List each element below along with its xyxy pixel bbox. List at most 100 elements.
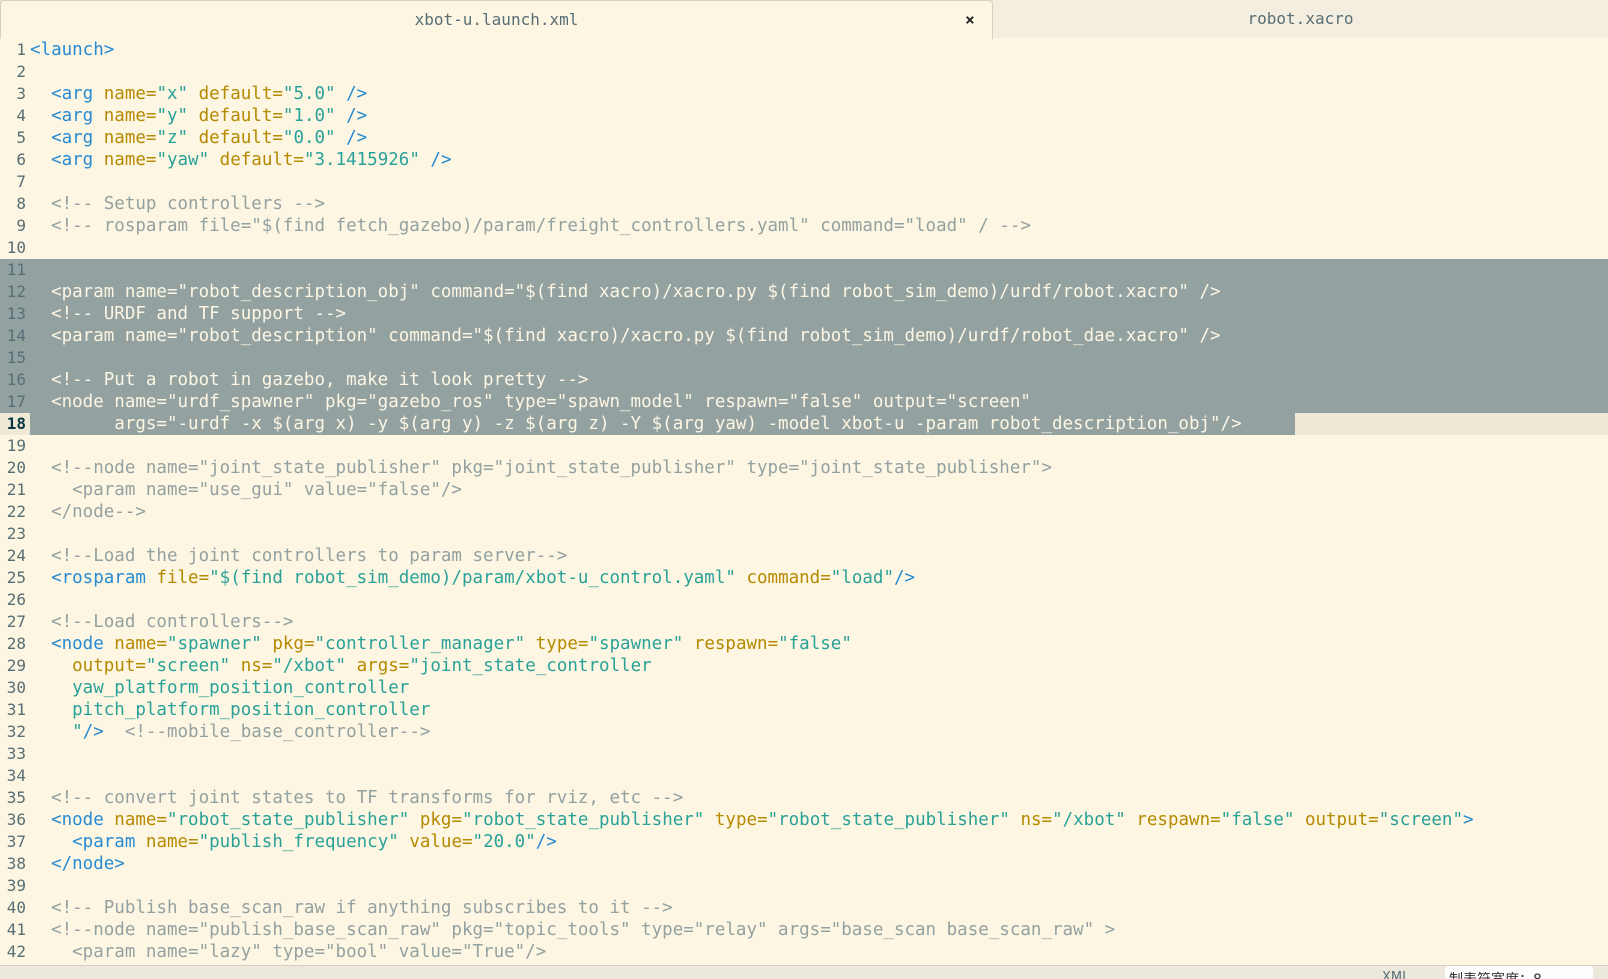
line-number: 25 (6, 568, 26, 587)
code-token: <!--Load the joint controllers to param … (30, 546, 568, 566)
line-code: <param name="use_gui" value="false"/> (30, 479, 462, 501)
code-line[interactable]: 36 <node name="robot_state_publisher" pk… (0, 809, 1608, 831)
line-number: 33 (6, 744, 26, 763)
line-code: <!--Load controllers--> (30, 611, 293, 633)
code-line[interactable]: 26 (0, 589, 1608, 611)
line-code: <rosparam file="$(find robot_sim_demo)/p… (30, 567, 915, 589)
code-token: default= (219, 150, 304, 170)
code-line[interactable]: 17 <node name="urdf_spawner" pkg="gazebo… (0, 391, 1608, 413)
code-line[interactable]: 25 <rosparam file="$(find robot_sim_demo… (0, 567, 1608, 589)
code-line[interactable]: 5 <arg name="z" default="0.0" /> (0, 127, 1608, 149)
code-line[interactable]: 23 (0, 523, 1608, 545)
code-token: <param name="robot_description_obj" comm… (30, 282, 1221, 302)
code-line[interactable]: 19 (0, 435, 1608, 457)
line-code: <param name="robot_description" command=… (30, 325, 1221, 347)
code-line[interactable]: 11 (0, 259, 1608, 281)
line-number: 27 (6, 612, 26, 631)
code-line[interactable]: 41 <!--node name="publish_base_scan_raw"… (0, 919, 1608, 941)
code-token: "publish_frequency" (198, 832, 410, 852)
code-line[interactable]: 31 pitch_platform_position_controller (0, 699, 1608, 721)
code-line[interactable]: 12 <param name="robot_description_obj" c… (0, 281, 1608, 303)
code-line[interactable]: 27 <!--Load controllers--> (0, 611, 1608, 633)
code-token: name= (103, 150, 157, 170)
code-line[interactable]: 22 </node--> (0, 501, 1608, 523)
code-line[interactable]: 15 (0, 347, 1608, 369)
code-line[interactable]: 10 (0, 237, 1608, 259)
line-number: 20 (6, 458, 26, 477)
line-number: 24 (6, 546, 26, 565)
code-line[interactable]: 29 output="screen" ns="/xbot" args="join… (0, 655, 1608, 677)
code-line[interactable]: 4 <arg name="y" default="1.0" /> (0, 105, 1608, 127)
close-icon[interactable]: × (960, 1, 980, 39)
code-line[interactable]: 1 <launch> (0, 39, 1608, 61)
code-token: value= (409, 832, 473, 852)
code-token: <arg (30, 128, 104, 148)
code-line[interactable]: 40 <!-- Publish base_scan_raw if anythin… (0, 897, 1608, 919)
code-line[interactable]: 32 "/> <!--mobile_base_controller--> (0, 721, 1608, 743)
line-number: 9 (16, 216, 26, 235)
code-line[interactable]: 8 <!-- Setup controllers --> (0, 193, 1608, 215)
tab-width-selector[interactable]: 制表符宽度：8 (1445, 966, 1593, 979)
code-token: "/xbot" (272, 656, 357, 676)
code-token: /> (535, 832, 557, 852)
code-line[interactable]: 3 <arg name="x" default="5.0" /> (0, 83, 1608, 105)
line-number: 21 (6, 480, 26, 499)
code-token: <node name="urdf_spawner" pkg="gazebo_ro… (30, 392, 1031, 412)
code-token: /> (346, 128, 368, 148)
line-number: 14 (6, 326, 26, 345)
tab-robot-xacro[interactable]: robot.xacro (993, 0, 1608, 38)
line-number: 40 (6, 898, 26, 917)
code-line[interactable]: 28 <node name="spawner" pkg="controller_… (0, 633, 1608, 655)
line-number: 6 (16, 150, 26, 169)
line-number: 19 (6, 436, 26, 455)
code-line[interactable]: 42 <param name="lazy" type="bool" value=… (0, 941, 1608, 963)
line-number: 16 (6, 370, 26, 389)
line-code: <node name="robot_state_publisher" pkg="… (30, 809, 1474, 831)
code-editor[interactable]: 1 <launch> 2 3 <arg name="x" default="5.0" … (0, 39, 1608, 965)
code-token: "/xbot" (1052, 810, 1137, 830)
code-line[interactable]: 24 <!--Load the joint controllers to par… (0, 545, 1608, 567)
code-token: "0.0" (282, 128, 347, 148)
code-token: <param name="lazy" type="bool" value="Tr… (30, 942, 547, 962)
code-token: "y" (156, 106, 199, 126)
code-line[interactable]: 7 (0, 171, 1608, 193)
code-token: "load" (830, 568, 894, 588)
code-line[interactable]: 39 (0, 875, 1608, 897)
code-line[interactable]: 14 <param name="robot_description" comma… (0, 325, 1608, 347)
code-token: /> (893, 568, 916, 588)
code-line[interactable]: 35 <!-- convert joint states to TF trans… (0, 787, 1608, 809)
line-number: 34 (6, 766, 26, 785)
code-token: " (30, 722, 83, 742)
line-number: 2 (16, 62, 26, 81)
code-line[interactable]: 6 <arg name="yaw" default="3.1415926" /> (0, 149, 1608, 171)
code-token: name= (103, 128, 157, 148)
code-token: pkg= (272, 634, 315, 654)
line-number: 23 (6, 524, 26, 543)
code-token: "controller_manager" (314, 634, 536, 654)
language-indicator[interactable]: XML (1382, 970, 1409, 979)
code-line[interactable]: 37 <param name="publish_frequency" value… (0, 831, 1608, 853)
code-line[interactable]: 33 (0, 743, 1608, 765)
line-number: 12 (6, 282, 26, 301)
code-line[interactable]: 13 <!-- URDF and TF support --> (0, 303, 1608, 325)
code-token: <!-- Publish base_scan_raw if anything s… (30, 898, 673, 918)
code-line[interactable]: 16 <!-- Put a robot in gazebo, make it l… (0, 369, 1608, 391)
code-token: > (1463, 810, 1474, 830)
code-token: <arg (30, 150, 104, 170)
code-line[interactable]: 2 (0, 61, 1608, 83)
code-line[interactable]: 9 <!-- rosparam file="$(find fetch_gazeb… (0, 215, 1608, 237)
code-line[interactable]: 20 <!--node name="joint_state_publisher"… (0, 457, 1608, 479)
line-code: "/> <!--mobile_base_controller--> (30, 721, 430, 743)
tab-xbot-u-launch[interactable]: xbot-u.launch.xml × (0, 0, 993, 39)
code-line[interactable]: 34 (0, 765, 1608, 787)
code-line[interactable]: 18 args="-urdf -x $(arg x) -y $(arg y) -… (0, 413, 1608, 435)
code-line[interactable]: 21 <param name="use_gui" value="false"/> (0, 479, 1608, 501)
code-token: <!--node name="publish_base_scan_raw" pk… (30, 920, 1116, 940)
code-token: name= (103, 84, 157, 104)
line-number: 42 (6, 942, 26, 961)
code-token: "spawner" (166, 634, 273, 654)
code-line[interactable]: 38 </node> (0, 853, 1608, 875)
code-token: default= (198, 128, 283, 148)
line-number: 18 (6, 414, 26, 433)
code-line[interactable]: 30 yaw_platform_position_controller (0, 677, 1608, 699)
